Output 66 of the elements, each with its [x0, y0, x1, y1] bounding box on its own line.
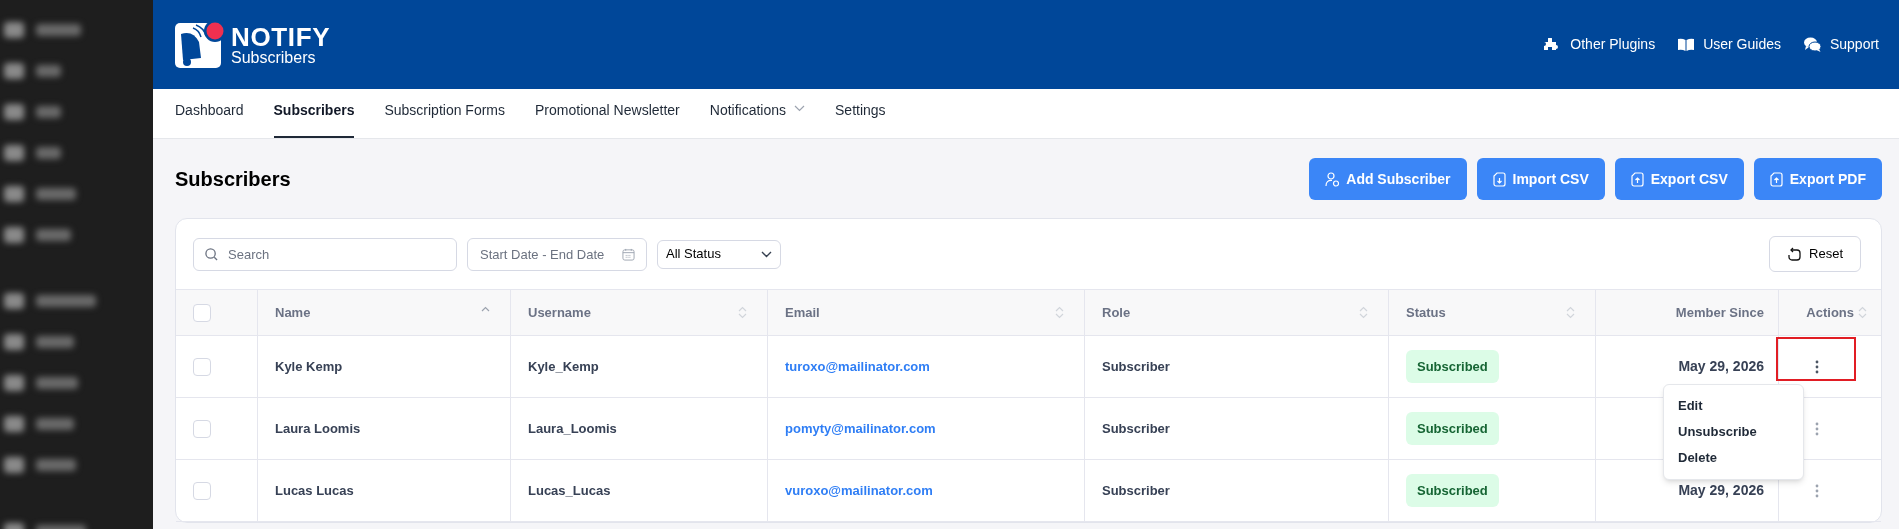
status-badge: Subscribed: [1406, 349, 1499, 384]
calendar-icon: [622, 247, 635, 261]
checkbox[interactable]: [193, 357, 211, 376]
file-upload-icon: [1630, 171, 1644, 187]
checkbox[interactable]: [193, 419, 211, 438]
chevron-down-icon: [761, 250, 772, 258]
sort-icon[interactable]: [738, 306, 747, 319]
email-link[interactable]: turoxo@mailinator.com: [785, 356, 930, 377]
table-cell-text: Subscriber: [1102, 357, 1170, 376]
sort-icon[interactable]: [1566, 306, 1575, 319]
table-cell-text: Lucas_Lucas: [528, 481, 611, 500]
header-link[interactable]: User Guides: [1703, 34, 1781, 55]
nav-tab[interactable]: Subscription Forms: [384, 96, 506, 138]
logo-subtitle: Subscribers: [231, 49, 317, 66]
column-header[interactable]: Name: [275, 302, 311, 323]
column-header[interactable]: Status: [1406, 302, 1446, 323]
column-header[interactable]: Email: [785, 302, 820, 323]
table-cell-text: May 29, 2026: [1678, 481, 1764, 500]
nav-tab[interactable]: Settings: [835, 96, 886, 138]
search-icon: [205, 247, 218, 261]
sort-icon[interactable]: [1055, 306, 1064, 319]
nav-tab[interactable]: Promotional Newsletter: [535, 96, 680, 138]
file-upload-icon: [1769, 171, 1783, 187]
sort-icon[interactable]: [1359, 306, 1368, 319]
sort-icon[interactable]: [1858, 306, 1867, 319]
column-header[interactable]: Role: [1102, 302, 1131, 323]
table-cell-text: Subscriber: [1102, 481, 1170, 500]
search-field[interactable]: Search: [193, 237, 457, 271]
status-dropdown[interactable]: All Status: [657, 239, 781, 269]
column-header[interactable]: Username: [528, 302, 591, 323]
table-cell-text: Kyle Kemp: [275, 357, 343, 376]
table-cell-text: Subscriber: [1102, 419, 1170, 438]
nav-tab[interactable]: Notifications: [709, 96, 806, 138]
select-all-checkbox[interactable]: [193, 303, 211, 322]
nav-tab[interactable]: Dashboard: [175, 96, 244, 138]
file-download-icon: [1492, 171, 1506, 187]
toolbar-button[interactable]: Add Subscriber: [1309, 158, 1467, 200]
table-cell-text: Laura Loomis: [275, 419, 361, 438]
menu-item[interactable]: Edit: [1664, 393, 1803, 419]
table-cell-text: Lucas Lucas: [275, 481, 354, 500]
reset-button[interactable]: Reset: [1769, 236, 1861, 272]
email-link[interactable]: pomyty@mailinator.com: [785, 418, 936, 439]
header-link[interactable]: Other Plugins: [1570, 34, 1656, 55]
toolbar-button[interactable]: Export PDF: [1753, 158, 1882, 200]
logo-icon: [175, 19, 227, 70]
nav-tab[interactable]: Subscribers: [273, 96, 355, 138]
toolbar-button[interactable]: Export CSV: [1614, 158, 1744, 200]
table-cell-text: Laura_Loomis: [528, 419, 617, 438]
status-badge: Subscribed: [1406, 411, 1499, 446]
header-link[interactable]: Support: [1829, 34, 1879, 55]
email-link[interactable]: vuroxo@mailinator.com: [785, 480, 933, 501]
toolbar-button[interactable]: Import CSV: [1476, 158, 1605, 200]
menu-item[interactable]: Unsubscribe: [1664, 419, 1803, 445]
reset-icon: [1787, 247, 1802, 261]
chat-icon: [1803, 37, 1821, 52]
status-badge: Subscribed: [1406, 473, 1499, 508]
page-title: Subscribers: [175, 167, 291, 192]
date-range-field[interactable]: Start Date - End Date: [467, 237, 647, 271]
checkbox[interactable]: [193, 481, 211, 500]
user-icon: [1325, 171, 1340, 187]
logo-title: NOTIFY: [231, 23, 331, 50]
table-cell-text: May 29, 2026: [1678, 357, 1764, 376]
more-options-icon[interactable]: [1815, 359, 1819, 374]
book-icon: [1678, 38, 1695, 51]
table-cell-text: Kyle_Kemp: [528, 357, 599, 376]
menu-item[interactable]: Delete: [1664, 445, 1803, 471]
